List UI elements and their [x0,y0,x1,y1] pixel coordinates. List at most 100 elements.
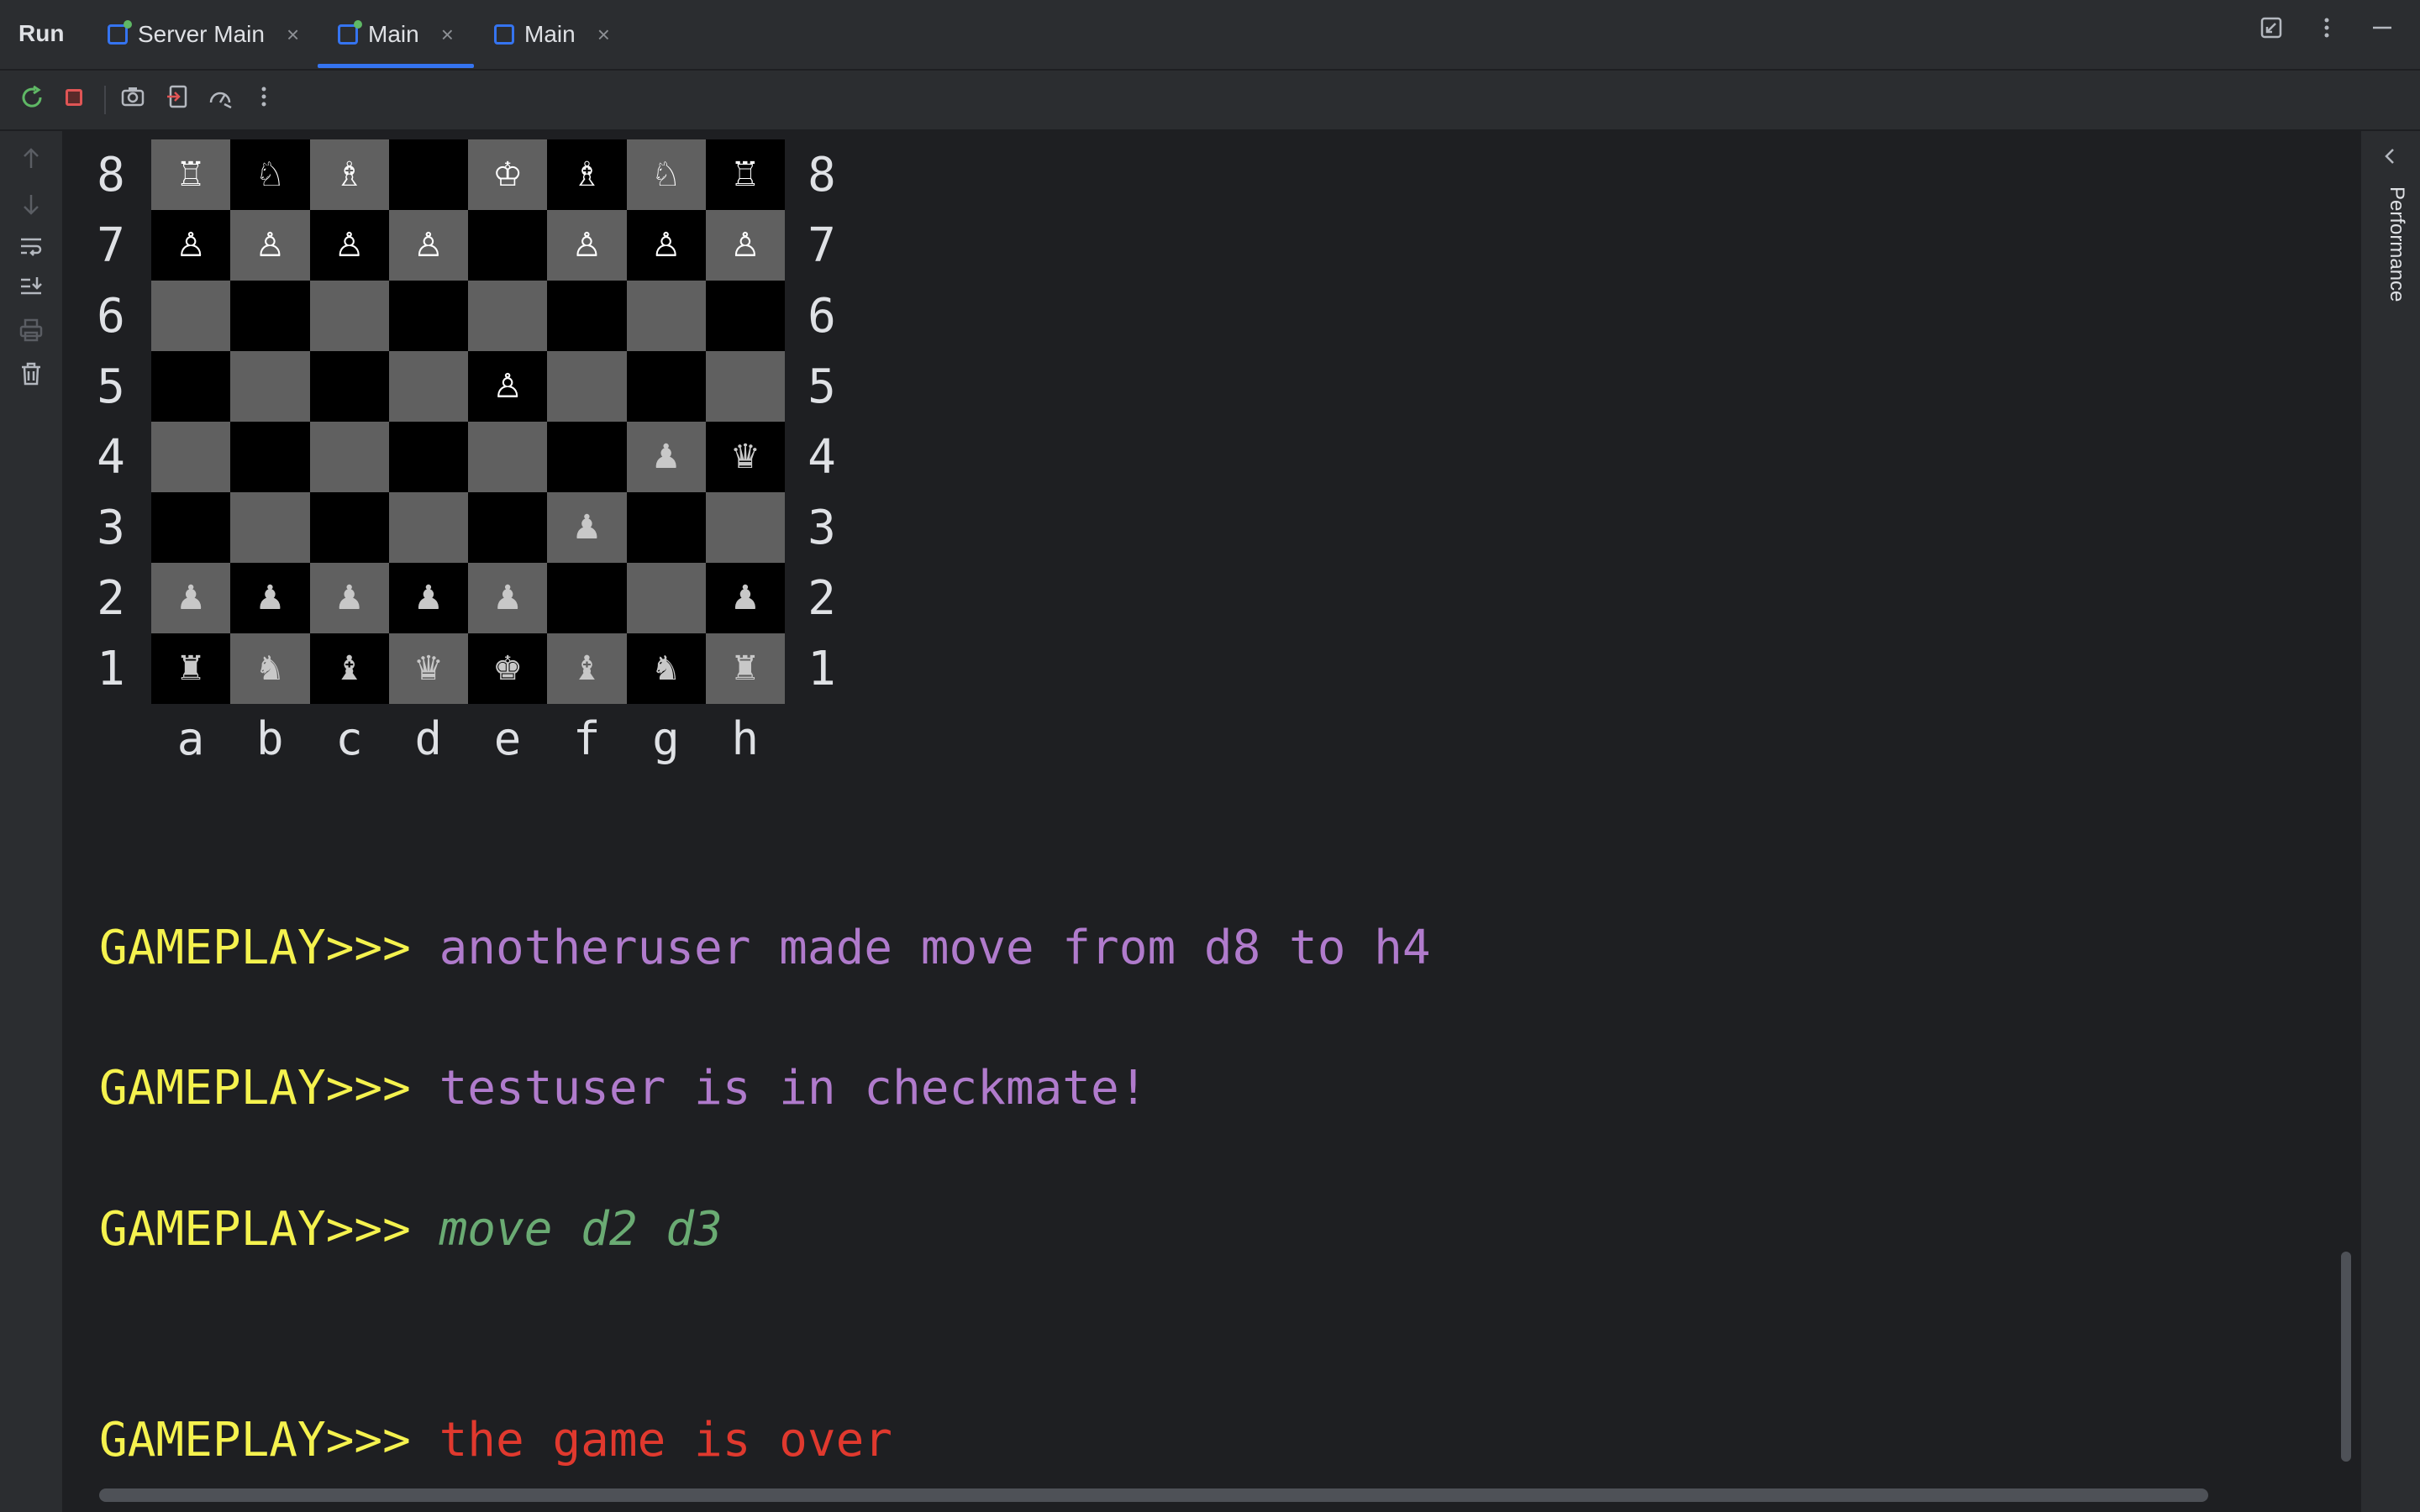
board-square: ♖ [705,139,785,210]
close-icon[interactable]: × [287,22,299,48]
board-square: ♟ [705,563,785,633]
rank-label: 5 [808,360,836,414]
board-square [705,281,785,351]
board-square [547,422,627,492]
board-square: ♖ [151,139,231,210]
board-square: ♟ [626,422,706,492]
board-square: ♟ [388,563,468,633]
chess-piece: ♙ [650,226,681,265]
restore-icon[interactable] [2259,17,2284,45]
minimize-icon[interactable] [2370,17,2395,45]
rank-label: 3 [808,501,836,555]
stop-icon[interactable] [60,84,91,114]
board-square: ♟ [230,563,310,633]
chess-piece: ♟ [571,508,602,547]
scroll-to-end-icon[interactable] [16,274,46,304]
board-square [468,210,548,281]
board-square: ♜ [705,633,785,704]
vertical-scrollbar[interactable] [2341,1252,2351,1462]
log-line: GAMEPLAY>>> move d2 d3 [99,1202,723,1257]
chess-piece: ♚ [492,649,523,688]
board-square [705,351,785,422]
board-square: ♙ [309,210,389,281]
right-tool-strip: Performance [2360,131,2420,1512]
board-square: ♗ [309,139,389,210]
board-square: ♝ [309,633,389,704]
up-arrow-icon[interactable] [16,146,46,176]
board-square [309,281,389,351]
chess-piece: ♟ [255,579,286,617]
board-square [468,422,548,492]
board-square: ♞ [230,633,310,704]
chess-piece: ♗ [334,155,365,194]
board-square [151,351,231,422]
trash-icon[interactable] [16,361,46,391]
board-square: ♙ [230,210,310,281]
chess-piece: ♔ [492,155,523,194]
run-config-icon [108,20,132,45]
board-square [547,563,627,633]
more-icon[interactable] [249,84,279,114]
close-icon[interactable]: × [441,22,454,48]
chess-piece: ♝ [571,649,602,688]
gameplay-prompt: GAMEPLAY>>> [99,921,439,975]
toolbar-separator [104,86,106,114]
board-square [309,351,389,422]
profiler-icon[interactable] [205,84,235,114]
gameplay-prompt: GAMEPLAY>>> [99,1202,439,1257]
down-arrow-icon[interactable] [16,192,46,222]
tab-server-main[interactable]: Server Main × [108,0,299,69]
chess-piece: ♖ [729,155,760,194]
board-square [388,422,468,492]
more-icon[interactable] [2314,17,2339,45]
file-label: b [255,712,284,765]
horizontal-scrollbar[interactable] [99,1488,2208,1502]
chess-piece: ♞ [255,649,286,688]
board-square [468,492,548,563]
board-square: ♙ [151,210,231,281]
file-label: d [414,712,442,765]
soft-wrap-icon[interactable] [16,234,46,264]
tab-label: Main [524,21,576,47]
console-output[interactable]: 8 7 6 5 4 3 2 1 8 7 6 5 4 3 2 1 ♖ ♘ ♗ ♔ ♗ ♘ ♖ ♙ ♙ ♙ ♙ ♙ ♙ ♙ ♙ ♟ ♛ ♟ ♟ ♟ ♟ ♟… [64,131,2341,1512]
board-square [468,281,548,351]
exit-icon[interactable] [163,84,193,114]
file-label: e [493,712,522,765]
board-square: ♙ [547,210,627,281]
board-square: ♙ [705,210,785,281]
rank-label: 2 [808,571,836,626]
board-square: ♟ [309,563,389,633]
file-label: g [652,712,680,765]
log-message: testuser is in checkmate! [439,1061,1148,1116]
chess-piece: ♞ [650,649,681,688]
chess-piece: ♟ [650,438,681,476]
chess-piece: ♙ [571,226,602,265]
tab-main-active[interactable]: Main × [338,0,454,69]
log-line: GAMEPLAY>>> the game is over [99,1413,892,1467]
board-square [388,281,468,351]
chess-piece: ♙ [729,226,760,265]
board-square [309,492,389,563]
tab-main[interactable]: Main × [494,0,610,69]
board-square: ♘ [626,139,706,210]
file-label: c [335,712,363,765]
run-toolbar [0,71,2420,131]
rank-label: 2 [97,571,125,626]
screenshot-icon[interactable] [118,84,148,114]
print-icon[interactable] [16,318,46,348]
rank-label: 1 [808,642,836,696]
chess-piece: ♙ [413,226,444,265]
close-icon[interactable]: × [597,22,610,48]
chess-piece: ♛ [413,649,444,688]
rerun-icon[interactable] [17,84,47,114]
rank-label: 7 [97,218,125,273]
chess-piece: ♟ [334,579,365,617]
chess-piece: ♟ [176,579,207,617]
tab-label: Main [368,21,419,47]
performance-tab[interactable]: Performance [2375,186,2408,438]
chess-piece: ♜ [176,649,207,688]
chevron-left-icon[interactable] [2381,144,2398,173]
board-square [388,492,468,563]
rank-label: 6 [97,289,125,344]
board-square [230,492,310,563]
